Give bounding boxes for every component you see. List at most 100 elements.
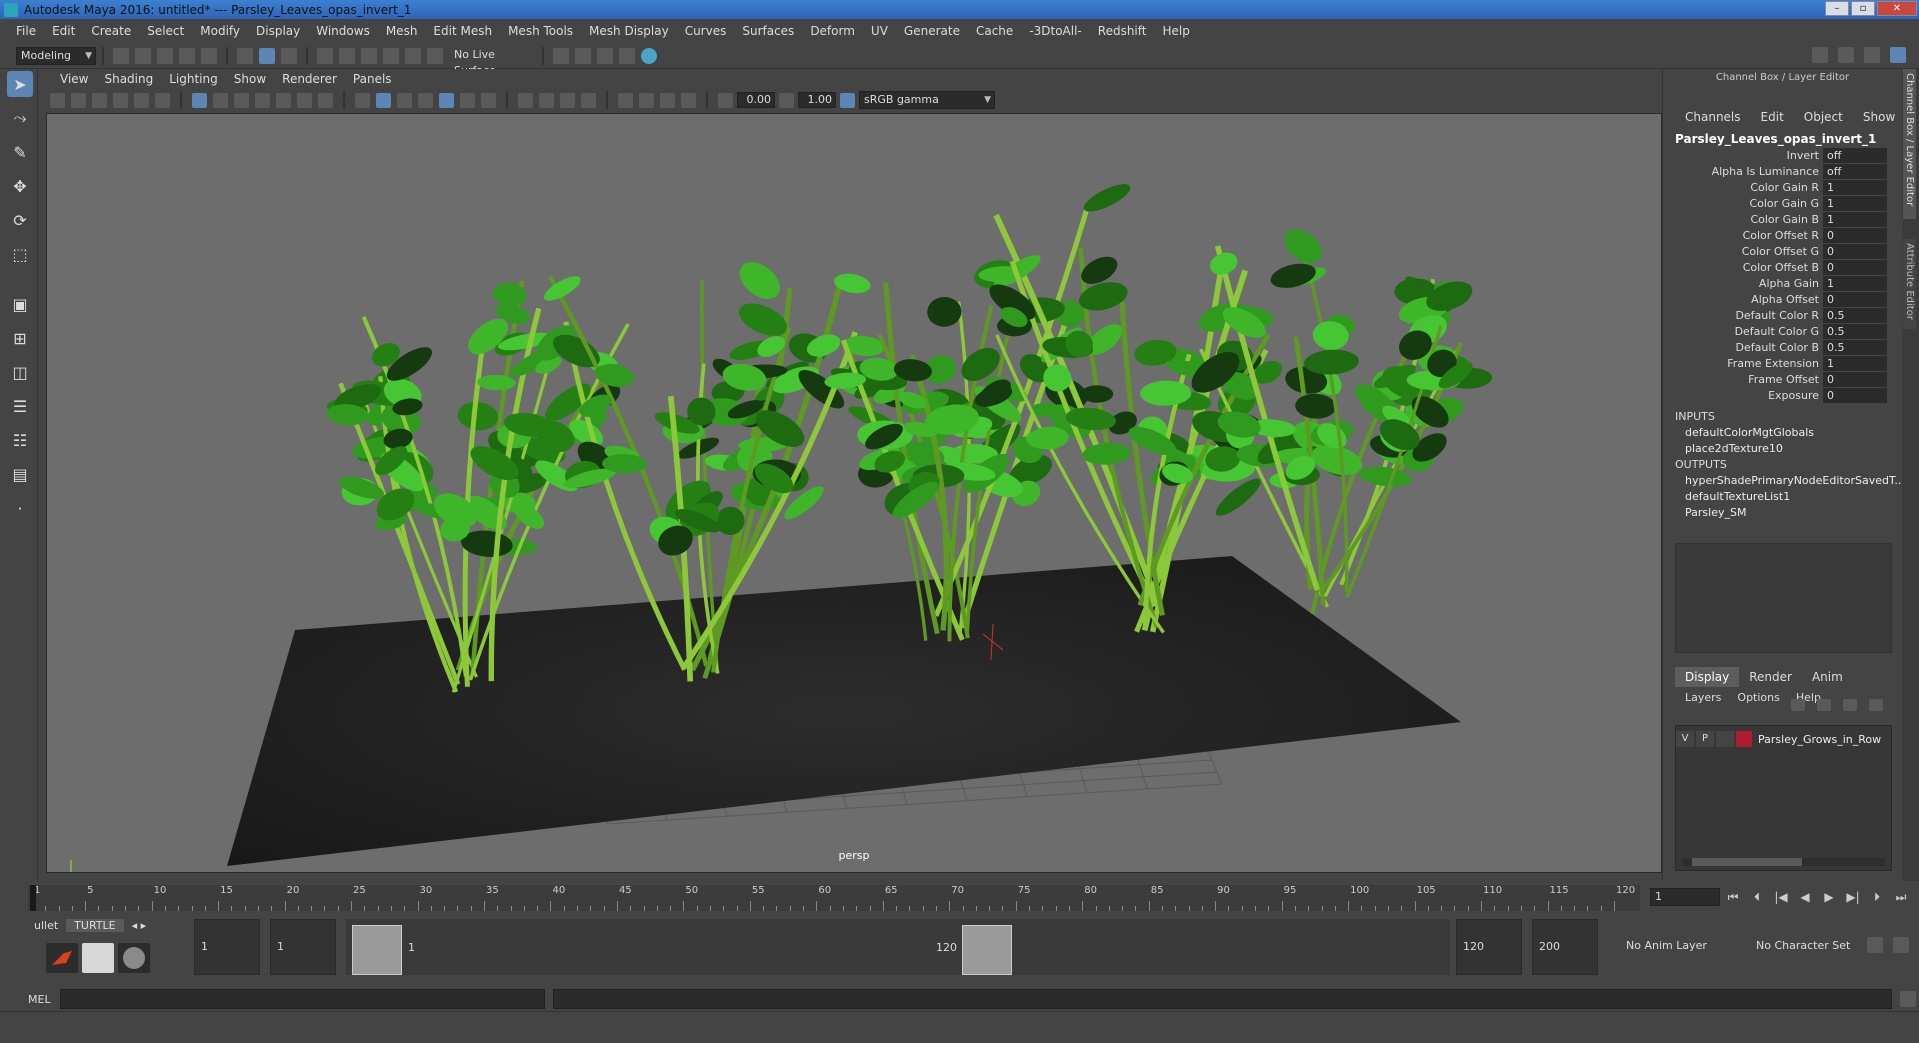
channel-box-menu-edit[interactable]: Edit — [1751, 110, 1794, 124]
input-node-item[interactable]: defaultColorMgtGlobals — [1663, 425, 1902, 441]
go-to-start-icon[interactable]: ⏮ — [1724, 887, 1742, 907]
attribute-name[interactable]: Color Offset B — [1663, 261, 1823, 274]
layer-row[interactable]: V P Parsley_Grows_in_Row — [1676, 730, 1891, 748]
bookmark-icon[interactable] — [92, 92, 107, 108]
attribute-name[interactable]: Default Color G — [1663, 325, 1823, 338]
animation-preferences-icon[interactable] — [1867, 937, 1883, 953]
panel-menu-view[interactable]: View — [52, 72, 96, 86]
layer-playback-toggle[interactable]: P — [1696, 731, 1714, 747]
move-layer-up-icon[interactable] — [1791, 699, 1805, 711]
attribute-value-field[interactable]: 0 — [1823, 387, 1887, 403]
time-slider[interactable]: 1 5 10 15 20 25 30 35 40 45 50 55 60 65 70 75 80 85 90 95 10… — [0, 881, 1919, 915]
3d-viewport[interactable]: persp — [46, 113, 1662, 873]
attribute-value-field[interactable]: 1 — [1823, 195, 1887, 211]
grease-pencil-icon[interactable] — [155, 92, 170, 108]
move-tool-icon[interactable]: ✥ — [7, 173, 33, 199]
layer-name[interactable]: Parsley_Grows_in_Row — [1758, 733, 1881, 746]
ipr-render-icon[interactable] — [597, 47, 613, 64]
scrollbar-thumb[interactable] — [1692, 858, 1802, 866]
image-plane-icon[interactable] — [113, 92, 128, 108]
safe-action-icon[interactable] — [297, 92, 312, 108]
layer-display-type-toggle[interactable] — [1716, 731, 1734, 747]
two-view-layout-icon[interactable]: ◫ — [7, 359, 33, 385]
panel-menu-lighting[interactable]: Lighting — [161, 72, 226, 86]
xray-joints-icon[interactable] — [660, 92, 675, 108]
exposure-icon[interactable] — [718, 92, 733, 108]
attribute-value-field[interactable]: 0 — [1823, 227, 1887, 243]
open-scene-icon[interactable] — [135, 47, 151, 64]
layer-list-scrollbar[interactable] — [1682, 858, 1885, 866]
attribute-name[interactable]: Color Offset G — [1663, 245, 1823, 258]
isolate-select-icon[interactable] — [618, 92, 633, 108]
rotate-tool-icon[interactable]: ⟳ — [7, 207, 33, 233]
lights-icon[interactable] — [460, 92, 475, 108]
attribute-value-field[interactable]: 0 — [1823, 371, 1887, 387]
menu-help[interactable]: Help — [1154, 24, 1197, 38]
attribute-value-field[interactable]: 1 — [1823, 179, 1887, 195]
start-time-field[interactable]: 1 — [194, 919, 260, 975]
wireframe-on-shaded-icon[interactable] — [418, 92, 433, 108]
panel-menu-show[interactable]: Show — [226, 72, 274, 86]
render-settings-icon[interactable] — [553, 47, 569, 64]
gate-mask-icon[interactable] — [255, 92, 270, 108]
outliner-layout-icon[interactable]: ☰ — [7, 393, 33, 419]
current-frame-field[interactable]: 1 — [1650, 888, 1720, 906]
step-forward-frame-icon[interactable]: ▶| — [1844, 887, 1862, 907]
attribute-value-field[interactable]: 1 — [1823, 355, 1887, 371]
menu-redshift[interactable]: Redshift — [1090, 24, 1155, 38]
script-editor-icon[interactable] — [1900, 991, 1916, 1007]
attribute-editor-toggle-icon[interactable] — [1838, 47, 1854, 63]
attribute-value-field[interactable]: 0 — [1823, 243, 1887, 259]
render-frame-icon[interactable] — [575, 47, 591, 64]
attribute-name[interactable]: Color Offset R — [1663, 229, 1823, 242]
shadows-icon[interactable] — [481, 92, 496, 108]
playback-end-field[interactable]: 120 — [1456, 919, 1522, 975]
layer-tab-display[interactable]: Display — [1675, 667, 1740, 687]
undo-icon[interactable] — [179, 47, 195, 64]
attribute-name[interactable]: Alpha Gain — [1663, 277, 1823, 290]
menu-mesh[interactable]: Mesh — [378, 24, 426, 38]
grid-toggle-icon[interactable] — [192, 92, 207, 108]
attribute-name[interactable]: Frame Offset — [1663, 373, 1823, 386]
command-language-label[interactable]: MEL — [0, 993, 60, 1006]
attribute-value-field[interactable]: 0 — [1823, 291, 1887, 307]
attribute-name[interactable]: Alpha Is Luminance — [1663, 165, 1823, 178]
snap-surface-icon[interactable] — [405, 47, 421, 64]
attribute-name[interactable]: Default Color B — [1663, 341, 1823, 354]
panel-menu-shading[interactable]: Shading — [96, 72, 161, 86]
play-backward-icon[interactable]: ◀ — [1796, 887, 1814, 907]
new-layer-from-selection-icon[interactable] — [1869, 699, 1883, 711]
menu-curves[interactable]: Curves — [677, 24, 735, 38]
attribute-name[interactable]: Exposure — [1663, 389, 1823, 402]
panel-menu-panels[interactable]: Panels — [345, 72, 400, 86]
color-management-icon[interactable] — [840, 92, 855, 108]
menu-mesh-display[interactable]: Mesh Display — [581, 24, 677, 38]
hypershade-layout-icon[interactable]: ▤ — [7, 461, 33, 487]
tool-settings-icon[interactable] — [1864, 47, 1880, 63]
menu-edit-mesh[interactable]: Edit Mesh — [425, 24, 500, 38]
channel-box-menu-object[interactable]: Object — [1794, 110, 1853, 124]
layer-menu-layers[interactable]: Layers — [1685, 691, 1737, 704]
smooth-shade-icon[interactable] — [376, 92, 391, 108]
render-view-icon[interactable] — [619, 47, 635, 64]
channel-box-side-tab[interactable]: Channel Box / Layer Editor — [1903, 69, 1916, 219]
live-surface-field[interactable]: No Live Surface — [450, 47, 536, 77]
new-scene-icon[interactable] — [113, 47, 129, 64]
select-hierarchy-icon[interactable] — [237, 47, 253, 64]
menu-set-dropdown[interactable]: Modeling ▼ — [16, 46, 96, 65]
menu-select[interactable]: Select — [139, 24, 192, 38]
menu-windows[interactable]: Windows — [308, 24, 378, 38]
resolution-gate-icon[interactable] — [234, 92, 249, 108]
exposure-field[interactable]: 0.00 — [737, 92, 775, 108]
paint-select-tool-icon[interactable]: ✎ — [7, 139, 33, 165]
go-to-end-icon[interactable]: ⏭ — [1892, 887, 1910, 907]
select-object-icon[interactable] — [259, 47, 275, 64]
menu-create[interactable]: Create — [83, 24, 139, 38]
attribute-name[interactable]: Color Gain G — [1663, 197, 1823, 210]
four-view-layout-icon[interactable]: ⊞ — [7, 325, 33, 351]
step-back-key-icon[interactable]: ⏴ — [1748, 887, 1766, 907]
snap-curve-icon[interactable] — [339, 47, 355, 64]
output-node-item[interactable]: defaultTextureList1 — [1663, 489, 1902, 505]
attribute-name[interactable]: Invert — [1663, 149, 1823, 162]
sphere-material-icon[interactable] — [118, 943, 150, 973]
